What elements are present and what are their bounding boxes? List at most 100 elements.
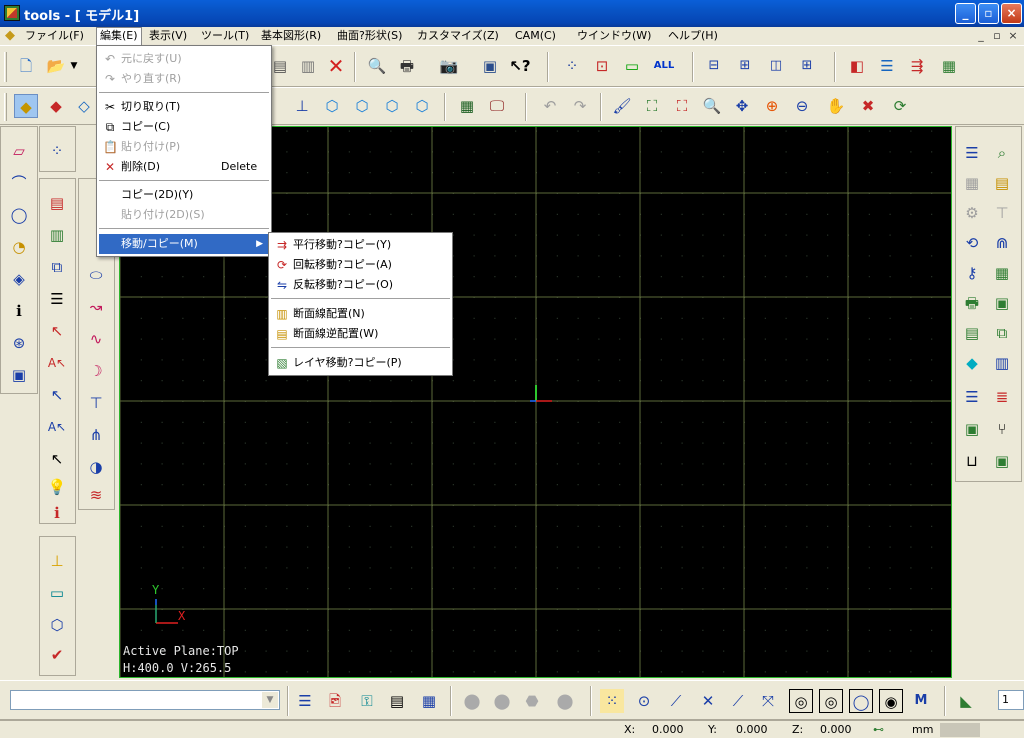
snap-tangent-icon[interactable]: ◎ <box>819 689 843 713</box>
spline-tool-icon[interactable]: ∿ <box>84 327 108 351</box>
surface-frame2-icon[interactable]: ▣ <box>990 449 1014 473</box>
surface-gear-icon[interactable]: ⚙ <box>960 201 984 225</box>
window-layout-icon[interactable]: ▦ <box>455 94 479 118</box>
menu-paste[interactable]: 📋 貼り付け(P) <box>99 137 269 157</box>
menu-surface-shape[interactable]: 曲面?形状(S) <box>334 28 405 44</box>
command-combo[interactable]: ▼ <box>10 690 280 710</box>
minimize-button[interactable]: _ <box>955 3 976 24</box>
select-text-blue-icon[interactable]: A↖ <box>45 415 69 439</box>
skip-button-icon[interactable]: ⬤ <box>553 689 577 713</box>
new-file-icon[interactable]: 🗋 <box>14 54 38 78</box>
iso-view-icon[interactable]: ⬡ <box>320 94 344 118</box>
layer-manager-icon[interactable]: ▦ <box>937 54 961 78</box>
menu-paste-2d[interactable]: 貼り付け(2D)(S) <box>99 205 269 225</box>
document-list-icon[interactable]: ▤ <box>385 689 409 713</box>
layer-copy-icon[interactable]: ⧉ <box>45 255 69 279</box>
submenu-rotate[interactable]: ⟳ 回転移動?コピー(A) <box>271 255 450 275</box>
curve-tool-icon[interactable]: ↝ <box>84 295 108 319</box>
menu-cut[interactable]: ✂ 切り取り(T) <box>99 97 269 117</box>
layer-add-icon[interactable]: ▥ <box>45 223 69 247</box>
refresh-icon[interactable]: ⟳ <box>888 94 912 118</box>
menu-move-copy[interactable]: 移動/コピー(M) ▶ <box>99 234 269 254</box>
info-window-icon[interactable]: ▣ <box>478 54 502 78</box>
mdi-restore-icon[interactable]: ▫ <box>990 29 1004 42</box>
top-view-icon[interactable]: ⬡ <box>350 94 374 118</box>
surface-page-icon[interactable]: ▤ <box>960 321 984 345</box>
file-list-icon[interactable]: ☰ <box>293 689 317 713</box>
tree-tool-icon[interactable]: ⊤ <box>84 391 108 415</box>
menu-delete[interactable]: ✕ 削除(D) Delete <box>99 157 269 177</box>
points-tool-icon[interactable]: ⁘ <box>45 139 69 163</box>
submenu-parallel[interactable]: ⇉ 平行移動?コピー(Y) <box>271 235 450 255</box>
maximize-button[interactable]: ▫ <box>978 3 999 24</box>
select-blue-icon[interactable]: ↖ <box>45 383 69 407</box>
select-text-icon[interactable]: A↖ <box>45 351 69 375</box>
snap-end-icon[interactable]: ⟋ <box>664 689 688 713</box>
open-dropdown-icon[interactable]: ▼ <box>68 54 80 78</box>
measure-tool-icon[interactable]: ⊛ <box>7 331 31 355</box>
menu-redo[interactable]: ↷ やり直す(R) <box>99 69 269 89</box>
paint-brush-icon[interactable]: 🖌 <box>610 94 634 118</box>
snap-point-icon[interactable]: ⊙ <box>632 689 656 713</box>
stop-button-icon[interactable]: ⬣ <box>520 689 544 713</box>
hint-bulb-icon[interactable]: 💡 <box>45 475 69 499</box>
view-four-icon[interactable]: ⊞ <box>793 54 821 78</box>
menu-copy-2d[interactable]: コピー(2D)(Y) <box>99 185 269 205</box>
submenu-section[interactable]: ▥ 断面線配置(N) <box>271 304 450 324</box>
snap-value-field[interactable]: 1 <box>998 690 1024 710</box>
surface-add-icon[interactable]: ▤ <box>990 171 1014 195</box>
zoom-in-icon[interactable]: ⊕ <box>760 94 784 118</box>
surface-layers-icon[interactable]: ≣ <box>990 385 1014 409</box>
surface-copy-icon[interactable]: ⧉ <box>990 321 1014 345</box>
surface-lock-icon[interactable]: ▣ <box>990 291 1014 315</box>
wave-tool-icon[interactable]: ≋ <box>84 483 108 507</box>
view-grid-icon[interactable]: ⊞ <box>731 54 759 78</box>
delete-icon[interactable]: ✕ <box>324 54 348 78</box>
submenu-layer-move[interactable]: ▧ レイヤ移動?コピー(P) <box>271 353 450 373</box>
go-button-icon[interactable]: ⬤ <box>460 689 484 713</box>
clear-icon[interactable]: ✖ <box>856 94 880 118</box>
layer-stack-icon[interactable]: ☰ <box>45 287 69 311</box>
arc-tool-icon[interactable]: ⌒ <box>7 171 31 195</box>
extend-tool-icon[interactable]: ◑ <box>84 455 108 479</box>
select-all-icon[interactable]: ↖ <box>45 447 69 471</box>
layer-curves-icon[interactable]: ⊡ <box>590 54 614 78</box>
snap-mid-icon[interactable]: ⟋ <box>726 689 750 713</box>
surface-frame-icon[interactable]: ▣ <box>960 417 984 441</box>
menu-copy[interactable]: ⧉ コピー(C) <box>99 117 269 137</box>
view-undo-icon[interactable]: ↶ <box>538 94 562 118</box>
print-icon[interactable]: 🖶 <box>395 54 419 78</box>
app-icon[interactable] <box>4 5 20 21</box>
exit-icon[interactable]: ◣ <box>954 689 978 713</box>
zoom-fit-icon[interactable]: ⛶ <box>640 94 664 118</box>
document-icon[interactable]: ◆ <box>3 29 17 42</box>
surface-loop-icon[interactable]: ⟲ <box>960 231 984 255</box>
snap-marker-icon[interactable]: M <box>909 689 933 713</box>
step-button-icon[interactable]: ⬤ <box>490 689 514 713</box>
surface-table2-icon[interactable]: ▥ <box>990 351 1014 375</box>
menu-undo[interactable]: ↶ 元に戻す(U) <box>99 49 269 69</box>
open-folder-icon[interactable]: 📂 <box>44 54 68 78</box>
key-icon[interactable]: ⚿ <box>355 689 379 713</box>
box-tool-icon[interactable]: ⬡ <box>45 613 69 637</box>
surface-tool-icon[interactable]: ⚷ <box>960 261 984 285</box>
snap-center-icon[interactable]: ◎ <box>789 689 813 713</box>
menu-tools[interactable]: ツール(T) <box>198 28 252 44</box>
info-speaker-icon[interactable]: ℹ <box>45 501 69 525</box>
print-preview-icon[interactable]: 🔍 <box>365 54 389 78</box>
menu-help[interactable]: ヘルプ(H) <box>665 28 721 44</box>
surface-fork-icon[interactable]: ⑂ <box>990 417 1014 441</box>
file-image-icon[interactable]: 🖻 <box>323 689 347 713</box>
surface-table-icon[interactable]: ▦ <box>990 261 1014 285</box>
close-button[interactable]: × <box>1001 3 1022 24</box>
submenu-reflect[interactable]: ⇋ 反転移動?コピー(O) <box>271 275 450 295</box>
layer-points-icon[interactable]: ⁘ <box>560 54 584 78</box>
list-icon[interactable]: ☰ <box>875 54 899 78</box>
layer-all-icon[interactable]: ALL <box>650 54 678 78</box>
surface-step-icon[interactable]: ⊔ <box>960 449 984 473</box>
menu-cam[interactable]: CAM(C) <box>512 28 559 44</box>
circle-tool-icon[interactable]: ◯ <box>7 203 31 227</box>
property-icon[interactable]: ◧ <box>845 54 869 78</box>
pan-hand-icon[interactable]: ✋ <box>824 94 848 118</box>
list-move-icon[interactable]: ⇶ <box>905 54 929 78</box>
